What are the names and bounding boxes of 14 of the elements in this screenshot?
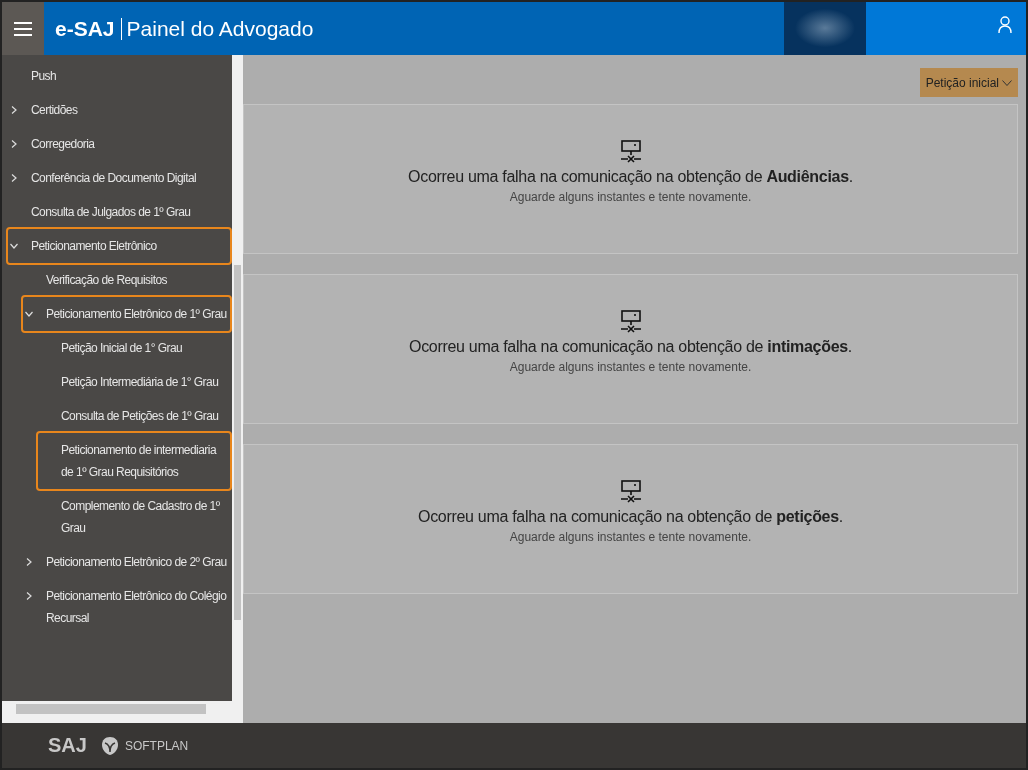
menu-item[interactable]: Peticionamento de intermediaria de 1º Grau Requisitórios — [36, 431, 232, 491]
menu-item[interactable]: Peticionamento Eletrônico de 1º Grau — [21, 295, 232, 333]
footer-logo: SAJ — [48, 734, 87, 757]
error-message: Ocorreu uma falha na comunicação na obtenção de petições. — [418, 508, 843, 526]
error-message: Ocorreu uma falha na comunicação na obtenção de Audiências. — [408, 168, 853, 186]
app-brand: e-SAJ — [55, 17, 122, 40]
error-hint: Aguarde alguns instantes e tente novamente. — [509, 530, 752, 544]
error-message: Ocorreu uma falha na comunicação na obtenção de intimações. — [409, 338, 852, 356]
menu-item[interactable]: Peticionamento Eletrônico — [6, 227, 232, 265]
new-petition-dropdown[interactable]: Petição inicial — [919, 68, 1018, 97]
page-title: Painel do Advogado — [126, 16, 314, 41]
error-hint: Aguarde alguns instantes e tente novamente. — [509, 360, 752, 374]
footer-logo: SOFTPLAN — [124, 738, 189, 753]
error-hint: Aguarde alguns instantes e tente novamente. — [509, 190, 752, 204]
